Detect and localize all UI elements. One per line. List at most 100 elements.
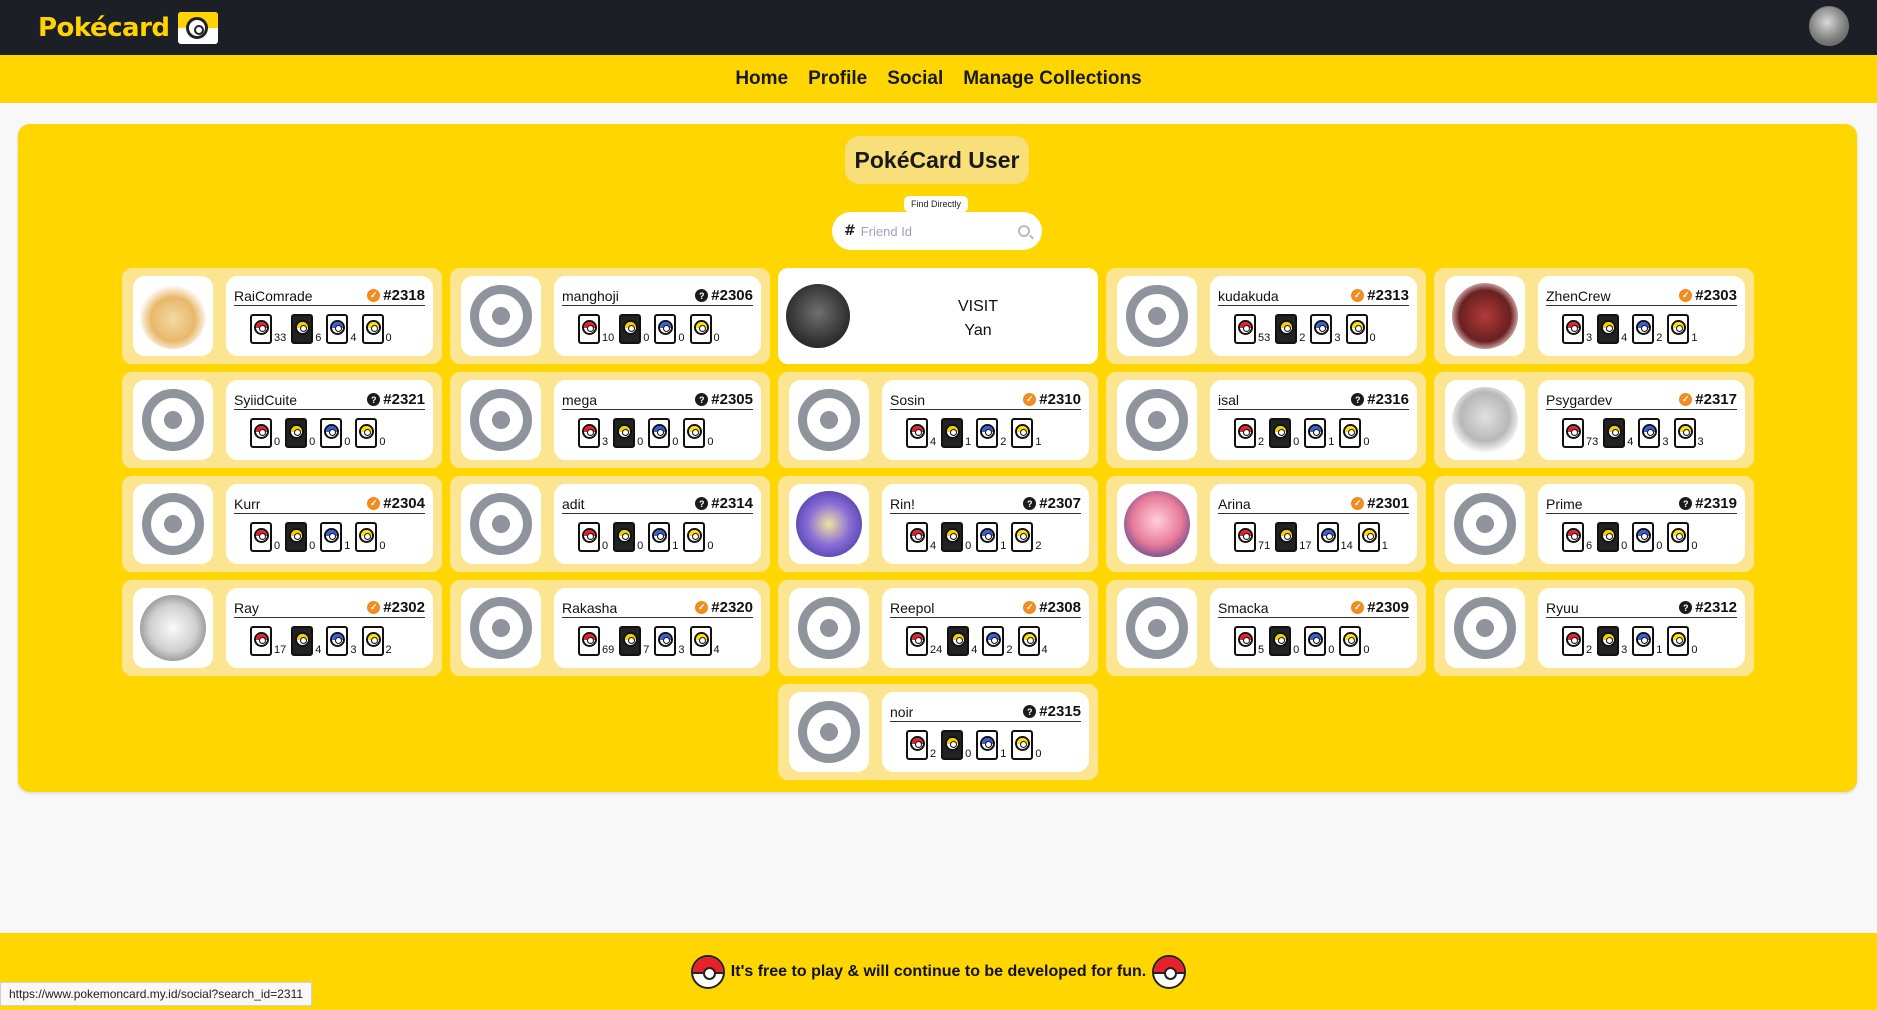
user-card[interactable]: Psygardev ✓ #2317 73 4 3 3 <box>1434 372 1754 468</box>
username: Reepol <box>890 599 935 616</box>
default-avatar-icon <box>470 285 532 347</box>
user-card[interactable]: Ray ✓ #2302 17 4 3 2 <box>122 580 442 676</box>
user-avatar[interactable] <box>1809 6 1849 46</box>
user-card[interactable]: Ryuu? #2312 2 3 1 0 <box>1434 580 1754 676</box>
card-stats: 0 0 0 0 <box>250 418 391 448</box>
user-info: Sosin ✓ #2310 4 1 2 1 <box>882 380 1089 460</box>
search-icon[interactable] <box>1018 225 1030 237</box>
great-ball-card-icon <box>648 522 671 552</box>
username: Psygardev <box>1546 391 1613 408</box>
verified-icon: ✓ <box>367 289 381 302</box>
master2-ball-card-icon <box>1667 626 1690 656</box>
user-card[interactable]: adit? #2314 0 0 1 0 <box>450 476 770 572</box>
user-info: mega? #2305 3 0 0 0 <box>554 380 761 460</box>
great-ball-card-icon <box>976 522 999 552</box>
card-stat: 2 <box>1234 418 1266 448</box>
user-avatar <box>789 484 869 564</box>
card-stat: 0 <box>361 314 394 344</box>
card-count: 0 <box>274 436 281 448</box>
card-stat: 4 <box>906 418 938 448</box>
user-avatar <box>461 588 541 668</box>
card-stats: 3 4 2 1 <box>1562 314 1703 344</box>
card-stat: 0 <box>1339 626 1371 656</box>
user-card[interactable]: Sosin ✓ #2310 4 1 2 1 <box>778 372 1098 468</box>
great-ball-card-icon <box>326 314 349 344</box>
card-count: 0 <box>672 436 679 448</box>
friend-id-input[interactable] <box>860 223 1018 239</box>
unverified-icon: ? <box>1679 601 1693 614</box>
user-card[interactable]: Prime? #2319 6 0 0 0 <box>1434 476 1754 572</box>
user-header: ZhenCrew ✓ #2303 <box>1546 286 1737 306</box>
unverified-icon: ? <box>1023 705 1037 718</box>
user-card[interactable]: SyiidCuite? #2321 0 0 0 0 <box>122 372 442 468</box>
user-info: kudakuda ✓ #2313 53 2 3 0 <box>1210 276 1417 356</box>
user-id: ? #2312 <box>1679 599 1737 616</box>
user-card[interactable]: Arina ✓ #2301 71 17 14 1 <box>1106 476 1426 572</box>
user-card[interactable]: Reepol ✓ #2308 24 4 2 4 <box>778 580 1098 676</box>
user-avatar <box>1445 276 1525 356</box>
user-id: ✓ #2301 <box>1351 495 1409 512</box>
avatar-photo <box>140 595 206 661</box>
ultra-ball-card-icon <box>291 626 314 656</box>
user-card[interactable]: Smacka ✓ #2309 5 0 0 0 <box>1106 580 1426 676</box>
card-count: 73 <box>1586 436 1599 448</box>
user-card[interactable]: mega? #2305 3 0 0 0 <box>450 372 770 468</box>
card-stat: 0 <box>1667 626 1699 656</box>
red-ball-card-icon <box>250 626 272 656</box>
unverified-icon: ? <box>1023 497 1037 510</box>
card-stat: 71 <box>1234 522 1272 552</box>
master2-ball-card-icon <box>355 418 378 448</box>
card-count: 1 <box>1035 436 1042 448</box>
user-card[interactable]: isal? #2316 2 0 1 0 <box>1106 372 1426 468</box>
user-id-text: #2303 <box>1695 287 1737 304</box>
card-count: 0 <box>385 332 392 344</box>
card-stats: 0 0 1 0 <box>250 522 391 552</box>
user-info: Smacka ✓ #2309 5 0 0 0 <box>1210 588 1417 668</box>
verified-icon: ✓ <box>1023 601 1037 614</box>
user-card[interactable]: manghoji? #2306 10 0 0 0 <box>450 268 770 364</box>
user-info: Rin!? #2307 4 0 1 2 <box>882 484 1089 564</box>
card-stat: 3 <box>654 626 686 656</box>
card-stats: 5 0 0 0 <box>1234 626 1375 656</box>
card-stat: 17 <box>250 626 288 656</box>
pokeball-icon <box>1152 954 1187 989</box>
card-count: 4 <box>1041 644 1048 656</box>
user-card[interactable]: kudakuda ✓ #2313 53 2 3 0 <box>1106 268 1426 364</box>
user-card[interactable]: ZhenCrew ✓ #2303 3 4 2 1 <box>1434 268 1754 364</box>
card-stat: 10 <box>578 314 616 344</box>
unverified-icon: ? <box>367 393 381 406</box>
nav-manage-collections[interactable]: Manage Collections <box>963 68 1141 90</box>
user-header: isal? #2316 <box>1218 390 1409 410</box>
username: Arina <box>1218 495 1251 512</box>
ultra-ball-card-icon <box>1597 626 1620 656</box>
user-info: manghoji? #2306 10 0 0 0 <box>554 276 761 356</box>
card-count: 4 <box>315 644 322 656</box>
great-ball-card-icon <box>982 626 1005 656</box>
card-count: 4 <box>1621 332 1628 344</box>
visit-card[interactable]: VISIT Yan <box>778 268 1098 364</box>
card-stat: 2 <box>906 730 938 760</box>
user-card[interactable]: RaiComrade ✓ #2318 33 6 4 0 <box>122 268 442 364</box>
user-id-text: #2318 <box>383 287 425 304</box>
user-avatar <box>133 276 213 356</box>
card-stat: 1 <box>1357 522 1390 552</box>
user-card[interactable]: Rin!? #2307 4 0 1 2 <box>778 476 1098 572</box>
card-count: 2 <box>385 644 392 656</box>
ultra-ball-card-icon <box>619 626 642 656</box>
card-stats: 71 17 14 1 <box>1234 522 1393 552</box>
card-count: 3 <box>1334 332 1341 344</box>
card-count: 2 <box>1000 436 1007 448</box>
unverified-icon: ? <box>1679 497 1693 510</box>
nav-social[interactable]: Social <box>887 68 943 90</box>
nav-profile[interactable]: Profile <box>808 68 867 90</box>
red-ball-card-icon <box>578 626 600 656</box>
user-id: ✓ #2309 <box>1351 599 1409 616</box>
great-ball-card-icon <box>1304 418 1327 448</box>
brand-logo[interactable]: Pokécard <box>38 10 218 46</box>
card-stat: 0 <box>1269 418 1301 448</box>
user-card[interactable]: Rakasha ✓ #2320 69 7 3 4 <box>450 580 770 676</box>
nav-home[interactable]: Home <box>735 68 788 90</box>
user-card[interactable]: noir? #2315 2 0 1 0 <box>778 684 1098 780</box>
user-card[interactable]: Kurr ✓ #2304 0 0 1 0 <box>122 476 442 572</box>
card-count: 3 <box>678 644 685 656</box>
